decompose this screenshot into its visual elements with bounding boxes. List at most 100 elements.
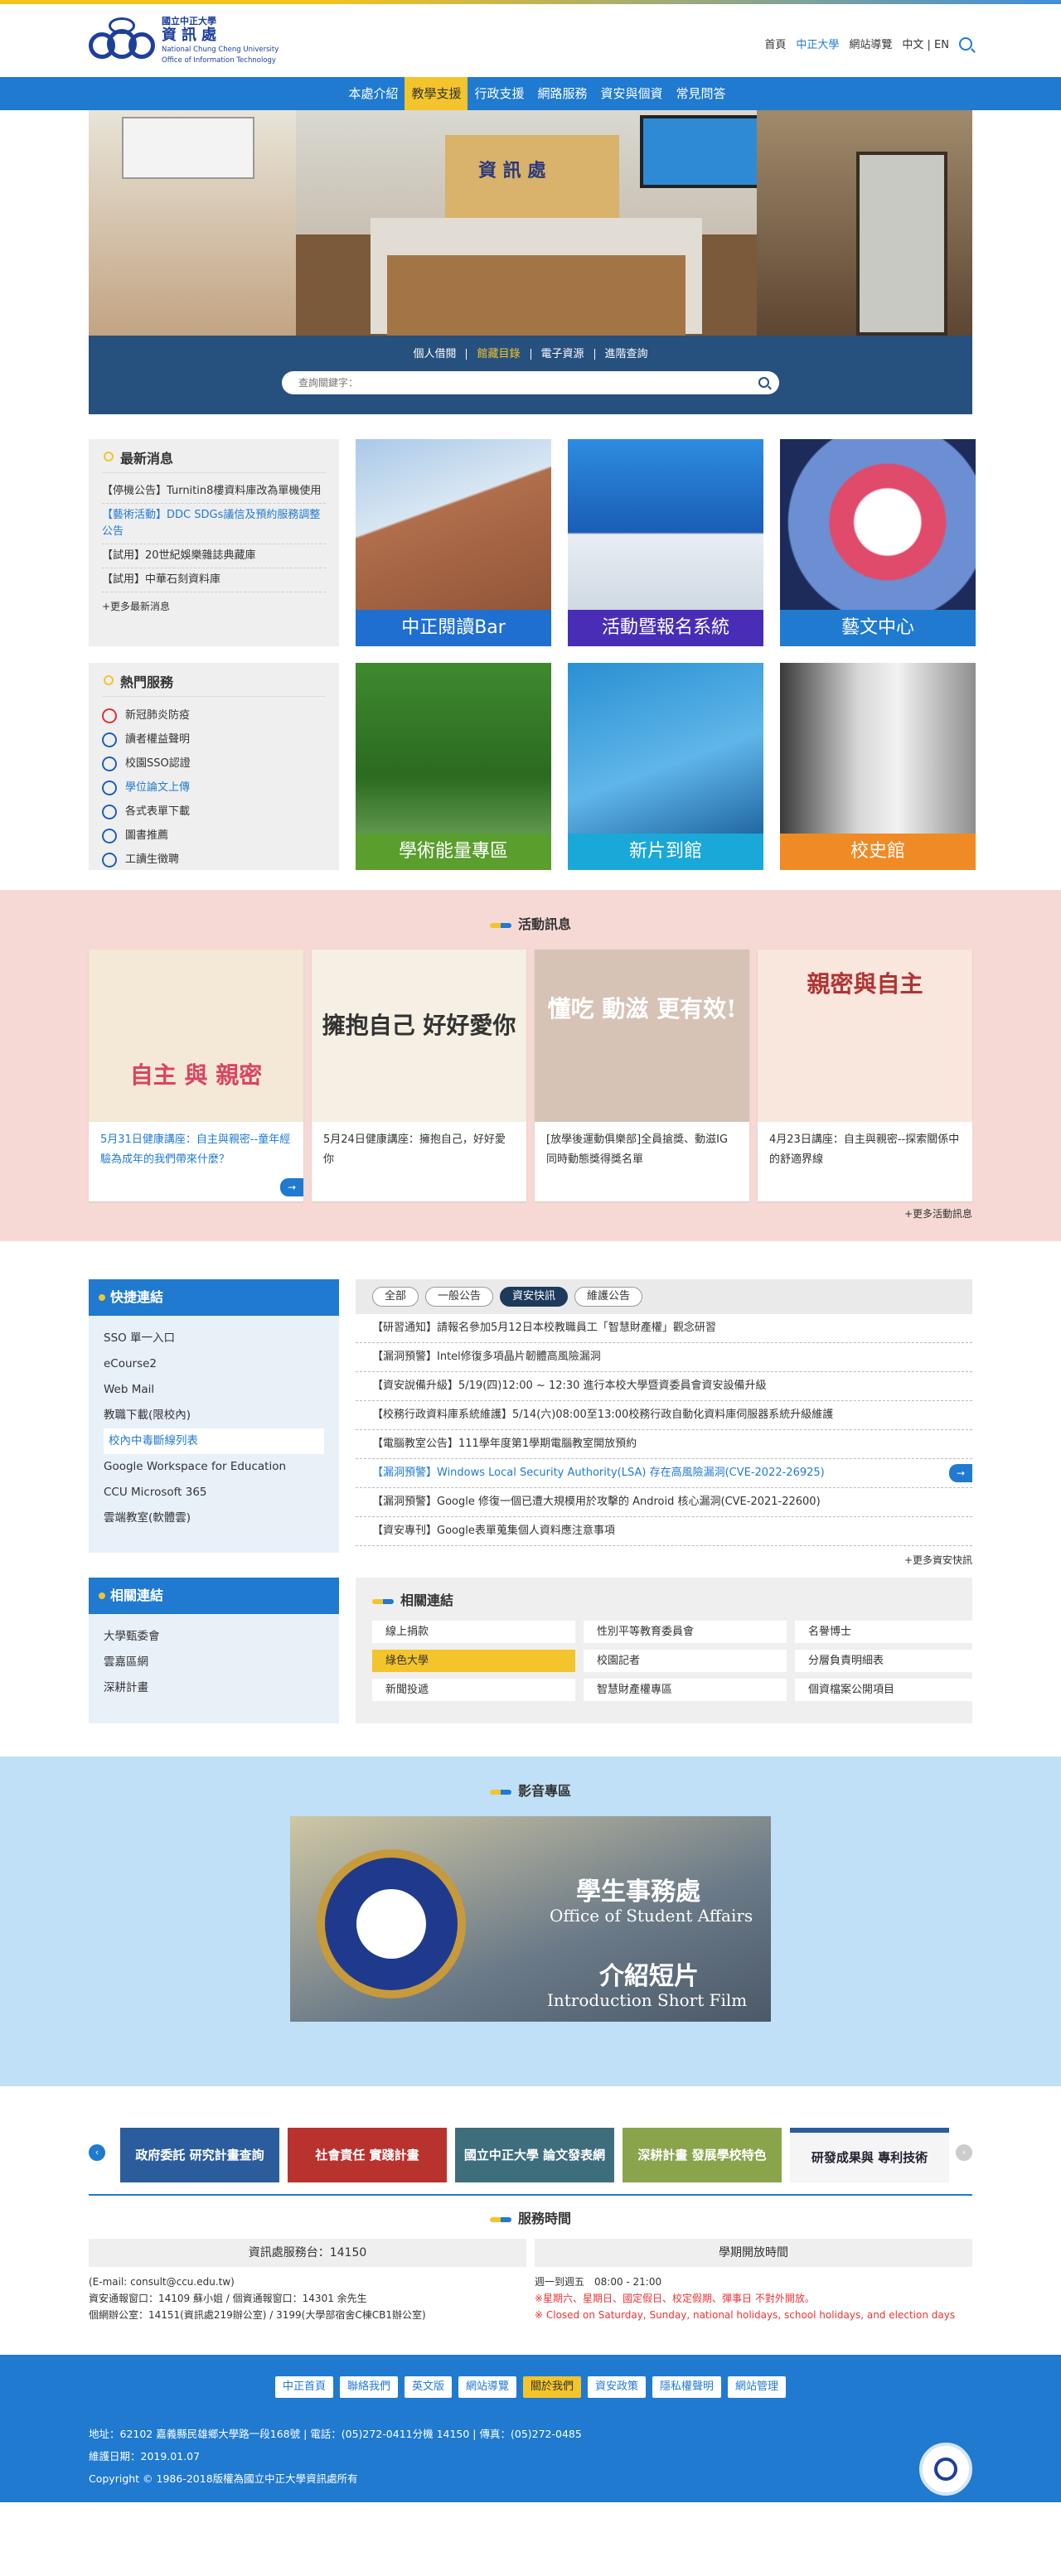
- news-item[interactable]: 【藝術活動】DDC SDGs議信及預約服務調整公告: [102, 504, 326, 544]
- event-card[interactable]: 親密與自主 4月23日講座：自主與親密--探索關係中的舒適界線: [758, 950, 972, 1201]
- announce-item[interactable]: 【校務行政資料庫系統維護】5/14(六)08:00至13:00校務行政自動化資料…: [356, 1401, 972, 1430]
- hot-item[interactable]: 新冠肺炎防疫: [102, 703, 326, 727]
- announce-item[interactable]: 【資安說備升級】5/19(四)12:00 ~ 12:30 進行本校大學暨資委員會…: [356, 1372, 972, 1401]
- footer-link[interactable]: 網站導覽: [458, 2376, 516, 2398]
- search-icon[interactable]: [959, 36, 972, 51]
- library-search-input[interactable]: [282, 371, 729, 394]
- tile-academic-energy[interactable]: 學術能量專區: [356, 663, 551, 870]
- related-link[interactable]: 新聞投遞: [372, 1679, 575, 1701]
- news-item[interactable]: 【試用】中華石刻資料庫: [102, 568, 326, 592]
- hot-item[interactable]: 讀者權益聲明: [102, 727, 326, 752]
- related-links-panel: 相關連結 線上捐款 性別平等教育委員會 名譽博士 綠色大學 校園記者 分層負責明…: [356, 1578, 998, 1723]
- lang-en-link[interactable]: EN: [934, 39, 949, 51]
- quick-link[interactable]: Google Workspace for Education: [104, 1454, 324, 1480]
- announce-item[interactable]: 【資安專刊】Google表單蒐集個人資料應注意事項: [356, 1517, 972, 1546]
- footer-link[interactable]: 資安政策: [588, 2376, 647, 2398]
- related-link[interactable]: 分層負責明細表: [795, 1650, 998, 1672]
- top-links: 首頁 中正大學 網站導覽 中文 | EN: [764, 36, 972, 51]
- announce-item[interactable]: 【研習通知】請報名參加5月12日本校教職員工「智慧財產權」觀念研習: [356, 1314, 972, 1343]
- news-more-link[interactable]: +更多最新消息: [102, 599, 326, 613]
- video-player[interactable]: 學生事務處 Office of Student Affairs 介紹短片 Int…: [290, 1816, 771, 2022]
- related-link[interactable]: 校園記者: [584, 1650, 787, 1672]
- lib-link-advanced[interactable]: 進階查詢: [593, 349, 658, 360]
- related-side-link[interactable]: 深耕計畫: [104, 1675, 324, 1701]
- upload-icon: [102, 780, 117, 795]
- related-link[interactable]: 個資檔案公開項目: [795, 1679, 998, 1701]
- related-link[interactable]: 綠色大學: [372, 1650, 575, 1672]
- events-more-link[interactable]: +更多活動訊息: [904, 1208, 972, 1220]
- event-card[interactable]: 懂吃 動滋 更有效! [放學後運動俱樂部]全員搶獎、動滋IG同時動態獎得獎名單: [535, 950, 749, 1201]
- hero-tv-screen: [640, 115, 760, 188]
- quick-link[interactable]: 教職下載(限校內): [104, 1403, 324, 1428]
- nav-network[interactable]: 網路服務: [531, 77, 594, 110]
- quick-link[interactable]: eCourse2: [104, 1351, 324, 1377]
- nav-about[interactable]: 本處介紹: [342, 77, 405, 110]
- lang-zh-link[interactable]: 中文: [902, 39, 923, 51]
- lib-link-borrow[interactable]: 個人借閱: [403, 349, 466, 360]
- related-link[interactable]: 智慧財產權專區: [584, 1679, 787, 1701]
- search-icon[interactable]: [758, 377, 769, 388]
- footer-link[interactable]: 網站管理: [728, 2376, 787, 2398]
- footer-link[interactable]: 隱私權聲明: [652, 2376, 722, 2398]
- quick-link[interactable]: Web Mail: [104, 1377, 324, 1403]
- lib-link-catalog[interactable]: 館藏目錄: [466, 349, 530, 360]
- tab-general[interactable]: 一般公告: [425, 1287, 494, 1307]
- news-item[interactable]: 【停機公告】Turnitin8樓資料庫改為單機使用: [102, 480, 326, 504]
- banner[interactable]: 研發成果與 專利技術: [790, 2128, 949, 2182]
- tile-arts-center[interactable]: 藝文中心: [780, 439, 976, 646]
- site-logo[interactable]: 國立中正大學 資訊處 National Chung Cheng Universi…: [89, 16, 279, 66]
- quick-link[interactable]: 校內中毒斷線列表: [104, 1428, 324, 1454]
- hot-item[interactable]: 工讀生徵聘: [102, 848, 326, 872]
- footer-link[interactable]: 關於我們: [523, 2376, 582, 2398]
- footer-link[interactable]: 聯絡我們: [339, 2376, 398, 2398]
- nav-admin[interactable]: 行政支援: [468, 77, 530, 110]
- banner[interactable]: 社會責任 實踐計畫: [288, 2128, 447, 2182]
- hot-item[interactable]: 學位論文上傳: [102, 776, 326, 800]
- banner[interactable]: 政府委託 研究計畫查詢: [120, 2128, 279, 2182]
- hot-item[interactable]: 圖書推薦: [102, 824, 326, 848]
- tab-security-news[interactable]: 資安快訊: [500, 1287, 569, 1307]
- footer-link[interactable]: 英文版: [404, 2376, 452, 2398]
- event-card[interactable]: 擁抱自己 好好愛你 5月24日健康講座：擁抱自己，好好愛你: [312, 950, 526, 1201]
- announce-item[interactable]: 【漏洞預警】Intel修復多項晶片韌體高風險漏洞: [356, 1343, 972, 1372]
- related-link[interactable]: 名譽博士: [795, 1621, 998, 1643]
- announce-item[interactable]: 【漏洞預警】Google 修復一個已遭大規模用於攻擊的 Android 核心漏洞…: [356, 1488, 972, 1517]
- nav-security[interactable]: 資安與個資: [594, 77, 670, 110]
- tab-maintenance[interactable]: 維護公告: [574, 1287, 643, 1307]
- ccu-link[interactable]: 中正大學: [796, 36, 839, 51]
- nav-faq[interactable]: 常見問答: [670, 77, 733, 110]
- related-side-link[interactable]: 雲嘉區網: [104, 1650, 324, 1675]
- lib-link-eresource[interactable]: 電子資源: [530, 349, 594, 360]
- announce-more-link[interactable]: +更多資安快訊: [904, 1554, 972, 1566]
- tab-all[interactable]: 全部: [372, 1287, 419, 1307]
- home-link[interactable]: 首頁: [764, 36, 786, 51]
- service-desk-heading: 資訊處服務台：14150: [89, 2239, 526, 2267]
- tile-reading-bar[interactable]: 中正閱讀Bar: [356, 439, 551, 646]
- carousel-prev-icon[interactable]: ‹: [89, 2144, 105, 2161]
- contact-line: 資安通報窗口：14109 蘇小姐 / 個資通報窗口：14301 余先生: [89, 2293, 367, 2304]
- quick-link[interactable]: CCU Microsoft 365: [104, 1480, 324, 1505]
- tile-activity-system[interactable]: 活動暨報名系統: [568, 439, 763, 646]
- hot-item[interactable]: 各式表單下載: [102, 800, 326, 824]
- quick-link[interactable]: SSO 單一入口: [104, 1326, 324, 1351]
- related-side-link[interactable]: 大學甄委會: [104, 1624, 324, 1650]
- announce-item[interactable]: 【電腦教室公告】111學年度第1學期電腦教室開放預約: [356, 1430, 972, 1459]
- related-link[interactable]: 線上捐款: [372, 1621, 575, 1643]
- event-card[interactable]: 自主 與 親密 5月31日健康講座：自主與親密--童年經驗為成年的我們帶來什麼？…: [89, 950, 303, 1201]
- quick-link[interactable]: 雲端教室(軟體雲): [104, 1505, 324, 1531]
- banner[interactable]: 深耕計畫 發展學校特色: [623, 2128, 782, 2182]
- related-link[interactable]: 性別平等教育委員會: [584, 1621, 787, 1643]
- hot-item[interactable]: 校園SSO認證: [102, 752, 326, 776]
- banner[interactable]: 國立中正大學 論文發表網: [455, 2128, 614, 2182]
- footer-link[interactable]: 中正首頁: [274, 2376, 333, 2398]
- announce-item[interactable]: 【漏洞預警】Windows Local Security Authority(L…: [356, 1459, 972, 1488]
- accessibility-seal-icon[interactable]: [919, 2443, 972, 2496]
- sitemap-link[interactable]: 網站導覽: [849, 36, 892, 51]
- nav-teaching[interactable]: 教學支援: [405, 77, 468, 110]
- news-item[interactable]: 【試用】20世紀娛樂雜誌典藏庫: [102, 544, 326, 568]
- carousel-next-icon[interactable]: ›: [956, 2144, 972, 2161]
- tile-new-films[interactable]: 新片到館: [568, 663, 763, 870]
- footer: 中正首頁 聯絡我們 英文版 網站導覽 關於我們 資安政策 隱私權聲明 網站管理 …: [0, 2355, 1061, 2502]
- tile-history-museum[interactable]: 校史館: [780, 663, 976, 870]
- related-title: 相關連結: [400, 1592, 454, 1608]
